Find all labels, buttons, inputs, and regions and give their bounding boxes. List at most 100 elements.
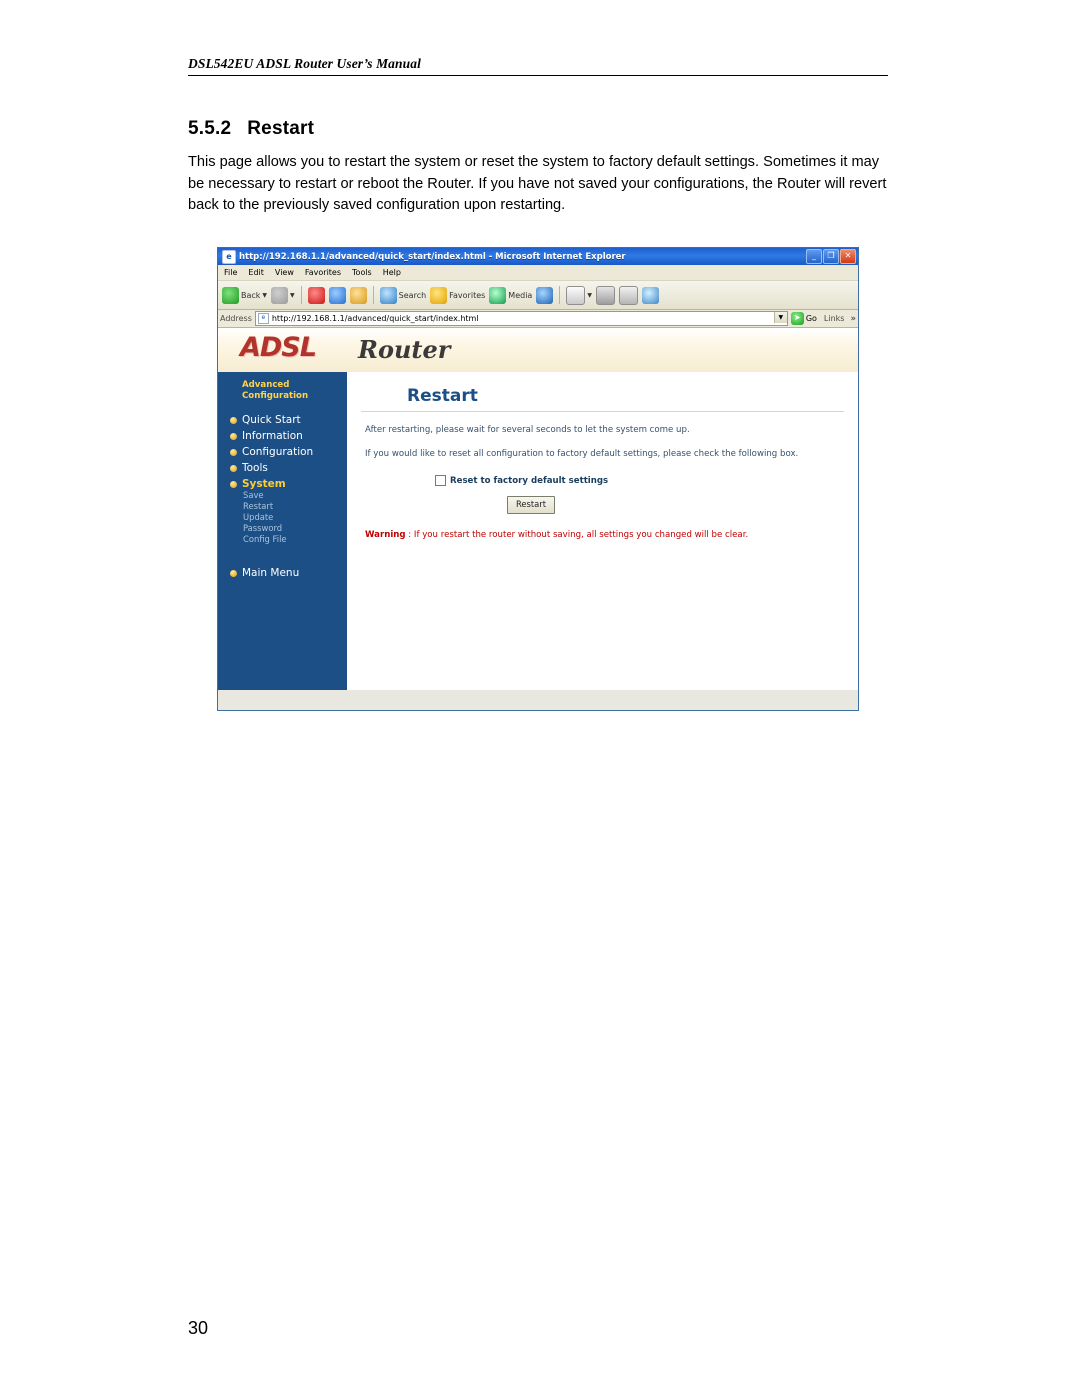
sidebar-subitem-restart[interactable]: Restart <box>243 501 347 512</box>
mail-icon <box>566 285 586 305</box>
maximize-button[interactable]: ❐ <box>823 249 839 264</box>
sidebar-item-main-menu[interactable]: Main Menu <box>230 567 347 579</box>
bullet-icon <box>230 464 237 472</box>
bullet-icon <box>230 416 237 424</box>
browser-toolbar[interactable]: Back ▼ ▼ Search Favorites Media ▼ <box>218 281 858 310</box>
sidebar-item-information[interactable]: Information <box>230 430 347 442</box>
chevron-down-icon[interactable]: ▼ <box>262 292 267 299</box>
reset-factory-checkbox-row[interactable]: Reset to factory default settings <box>435 475 858 486</box>
address-value: http://192.168.1.1/advanced/quick_start/… <box>271 314 479 323</box>
refresh-icon[interactable] <box>328 286 346 304</box>
address-label: Address <box>220 314 252 323</box>
go-button[interactable]: ➤ Go <box>790 312 817 325</box>
body-paragraph: This page allows you to restart the syst… <box>188 154 887 213</box>
stop-icon[interactable] <box>307 286 325 304</box>
logo-adsl-text: ADSL <box>240 332 317 363</box>
back-label: Back <box>241 290 261 300</box>
favorites-label: Favorites <box>449 290 486 300</box>
sidebar-subitem-config-file[interactable]: Config File <box>243 534 347 545</box>
content-pane: Restart After restarting, please wait fo… <box>347 372 858 690</box>
toolbar-separator-3 <box>559 286 561 304</box>
back-arrow-icon <box>222 286 239 304</box>
go-arrow-icon: ➤ <box>790 312 804 325</box>
mail-button[interactable]: ▼ <box>566 285 592 305</box>
header-rule <box>188 75 888 76</box>
sidebar-item-configuration[interactable]: Configuration <box>230 446 347 458</box>
back-button[interactable]: Back ▼ <box>222 286 267 304</box>
section-number: 5.5.2 <box>188 118 232 139</box>
menu-view[interactable]: View <box>275 268 294 277</box>
web-page-area: ADSL Router Advanced Configuration Quick… <box>218 328 858 690</box>
sidebar-item-label: Configuration <box>242 446 314 458</box>
sidebar-subitem-password[interactable]: Password <box>243 523 347 534</box>
internet-explorer-icon: e <box>222 249 236 264</box>
search-label: Search <box>398 290 427 300</box>
window-title: http://192.168.1.1/advanced/quick_start/… <box>239 251 626 262</box>
section-title: Restart <box>247 118 315 139</box>
running-header: DSL542EU ADSL Router User’s Manual <box>188 56 888 76</box>
document-page: DSL542EU ADSL Router User’s Manual 5.5.2… <box>0 0 1080 1397</box>
chevron-down-icon-mail[interactable]: ▼ <box>587 292 592 299</box>
header-text: DSL542EU ADSL Router User’s Manual <box>188 56 421 71</box>
sidebar-subitem-update[interactable]: Update <box>243 512 347 523</box>
menu-tools[interactable]: Tools <box>352 268 372 277</box>
bullet-icon <box>230 432 237 440</box>
reset-factory-checkbox-label: Reset to factory default settings <box>450 475 609 486</box>
browser-menubar[interactable]: File Edit View Favorites Tools Help <box>218 265 858 281</box>
links-label[interactable]: Links <box>824 314 845 323</box>
toolbar-overflow-icon[interactable]: » <box>850 314 856 324</box>
page-title: 5.5.2 Restart <box>188 118 314 140</box>
browser-screenshot: e http://192.168.1.1/advanced/quick_star… <box>217 247 859 711</box>
checkbox-icon[interactable] <box>435 475 446 486</box>
site-banner: ADSL Router <box>218 328 858 372</box>
close-button[interactable]: ✕ <box>840 249 856 264</box>
content-divider <box>361 411 844 412</box>
discuss-icon[interactable] <box>641 286 659 304</box>
menu-file[interactable]: File <box>224 268 237 277</box>
sidebar-item-label: Information <box>242 430 303 442</box>
sidebar-item-system[interactable]: System <box>230 478 347 490</box>
toolbar-separator-2 <box>372 286 374 304</box>
bullet-icon <box>230 448 237 456</box>
edit-icon[interactable] <box>618 285 638 305</box>
bullet-icon <box>230 480 237 488</box>
search-button[interactable]: Search <box>379 286 427 304</box>
menu-edit[interactable]: Edit <box>248 268 264 277</box>
sidebar-subitem-save[interactable]: Save <box>243 490 347 501</box>
forward-arrow-icon <box>271 286 289 304</box>
search-icon <box>379 286 397 304</box>
sidebar-item-label: System <box>242 478 286 490</box>
bullet-icon <box>230 569 237 577</box>
media-button[interactable]: Media <box>489 286 532 304</box>
sidebar: Advanced Configuration Quick Start Infor… <box>218 372 347 690</box>
sidebar-advanced-line1: Advanced <box>242 380 290 390</box>
history-icon[interactable] <box>536 286 554 304</box>
page-body: Advanced Configuration Quick Start Infor… <box>218 372 858 690</box>
menu-favorites[interactable]: Favorites <box>305 268 341 277</box>
warning-text: : If you restart the router without savi… <box>405 530 749 540</box>
browser-titlebar: e http://192.168.1.1/advanced/quick_star… <box>218 248 858 265</box>
warning-message: Warning : If you restart the router with… <box>365 530 858 540</box>
sidebar-item-label: Tools <box>242 462 268 474</box>
page-number: 30 <box>188 1318 209 1338</box>
chevron-down-icon-forward[interactable]: ▼ <box>290 292 295 299</box>
address-dropdown-icon[interactable]: ▼ <box>773 312 787 323</box>
sidebar-item-tools[interactable]: Tools <box>230 462 347 474</box>
address-input[interactable]: e http://192.168.1.1/advanced/quick_star… <box>254 311 788 326</box>
forward-button[interactable]: ▼ <box>271 286 295 304</box>
media-icon <box>489 286 507 304</box>
minimize-button[interactable]: _ <box>806 249 822 264</box>
sidebar-item-quick-start[interactable]: Quick Start <box>230 414 347 426</box>
print-icon[interactable] <box>595 285 615 305</box>
window-controls[interactable]: _ ❐ ✕ <box>806 249 856 264</box>
content-line-1: After restarting, please wait for severa… <box>365 425 690 435</box>
page-icon: e <box>257 313 269 324</box>
favorites-button[interactable]: Favorites <box>430 286 486 304</box>
sidebar-item-label: Main Menu <box>242 567 300 579</box>
address-bar[interactable]: Address e http://192.168.1.1/advanced/qu… <box>218 310 858 328</box>
home-icon[interactable] <box>349 286 367 304</box>
menu-help[interactable]: Help <box>383 268 401 277</box>
star-icon <box>430 286 448 304</box>
restart-button[interactable]: Restart <box>507 496 555 514</box>
go-label: Go <box>805 314 817 323</box>
